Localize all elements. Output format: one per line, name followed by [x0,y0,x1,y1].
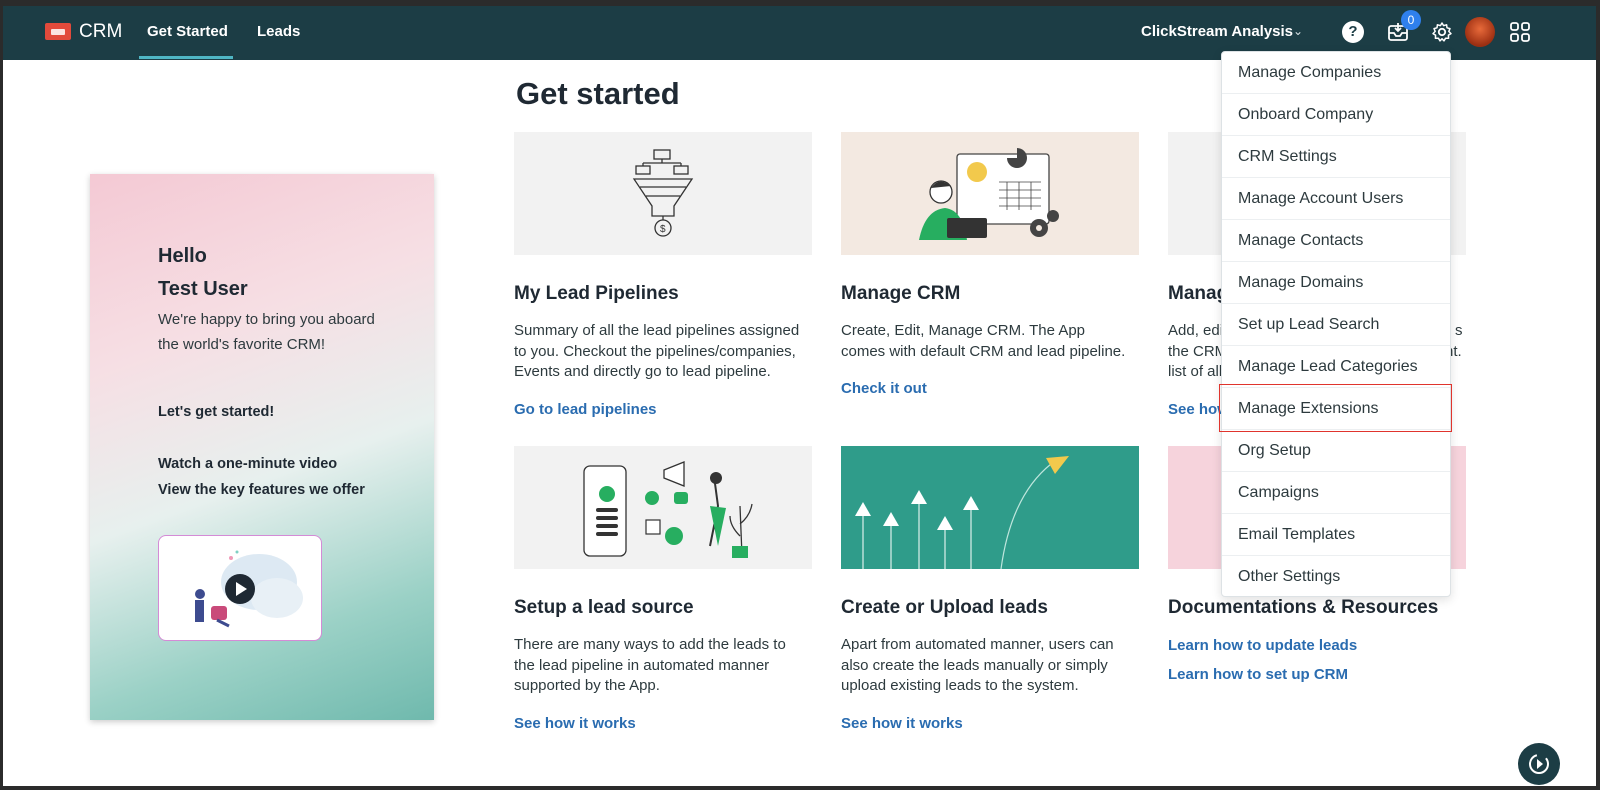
card-title-manage-crm: Manage CRM [841,283,961,304]
help-icon[interactable]: ? [1342,21,1364,43]
menu-item-campaigns[interactable]: Campaigns [1222,472,1450,514]
refresh-icon [1529,754,1549,774]
menu-item-manage-domains[interactable]: Manage Domains [1222,262,1450,304]
notification-badge: 0 [1401,10,1421,30]
svg-text:$: $ [660,224,666,235]
settings-dropdown-menu: Manage Companies Onboard Company CRM Set… [1219,51,1452,598]
crm-logo-icon[interactable] [45,23,71,40]
watch-video-link[interactable]: Watch a one-minute video [158,456,337,472]
welcome-greeting: Hello Test User [158,240,248,306]
card-title-documentation: Documentations & Resources [1168,597,1439,618]
hello-text: Hello [158,245,207,267]
learn-setup-crm-link[interactable]: Learn how to set up CRM [1168,666,1348,683]
chevron-down-icon[interactable]: ⌄ [1293,24,1303,38]
card-title-lead-source: Setup a lead source [514,597,694,618]
org-selector[interactable]: ClickStream Analysis [1141,23,1293,40]
page-title: Get started [516,76,680,111]
menu-item-manage-companies[interactable]: Manage Companies [1222,52,1450,94]
card-title-lead-pipelines: My Lead Pipelines [514,283,679,304]
card-desc-lead-source: There are many ways to add the leads to … [514,636,786,694]
brand-name[interactable]: CRM [79,21,122,43]
welcome-message: We're happy to bring you aboard the worl… [158,311,375,353]
user-avatar[interactable] [1465,17,1495,47]
lead-pipelines-image: $ [514,132,812,255]
menu-item-email-templates[interactable]: Email Templates [1222,514,1450,556]
tab-get-started[interactable]: Get Started [147,23,228,40]
card-desc-manage-tail: s nt. [1445,322,1463,360]
gear-icon[interactable] [1431,21,1453,43]
video-thumbnail[interactable] [158,535,322,641]
play-icon[interactable] [225,574,255,604]
apps-grid-icon[interactable] [1510,22,1530,42]
menu-item-manage-contacts[interactable]: Manage Contacts [1222,220,1450,262]
tab-leads[interactable]: Leads [257,23,300,40]
card-desc-manage-partial: Add, edi the CRM list of all [1168,322,1228,380]
learn-update-leads-link[interactable]: Learn how to update leads [1168,637,1357,654]
view-key-features-link[interactable]: View the key features we offer [158,482,365,498]
menu-item-onboard-company[interactable]: Onboard Company [1222,94,1450,136]
see-how-it-works-link-lead-source[interactable]: See how it works [514,715,636,732]
highlight-box-manage-extensions [1219,384,1452,432]
menu-item-manage-account-users[interactable]: Manage Account Users [1222,178,1450,220]
help-widget-button[interactable] [1518,743,1560,785]
app-window: CRM Get Started Leads ClickStream Analys… [3,6,1596,786]
lead-source-image [514,446,812,569]
menu-item-crm-settings[interactable]: CRM Settings [1222,136,1450,178]
welcome-card: Hello Test User We're happy to bring you… [90,174,434,720]
menu-item-org-setup[interactable]: Org Setup [1222,430,1450,472]
active-tab-indicator [139,56,233,59]
card-desc-lead-pipelines: Summary of all the lead pipelines assign… [514,322,800,380]
see-how-it-works-link-upload[interactable]: See how it works [841,715,963,732]
upload-leads-image [841,446,1139,569]
user-name: Test User [158,278,248,300]
lets-get-started-text: Let's get started! [158,404,275,420]
card-title-upload-leads: Create or Upload leads [841,597,1048,618]
menu-item-setup-lead-search[interactable]: Set up Lead Search [1222,304,1450,346]
card-title-manage-partial: Manag [1168,283,1229,304]
go-to-lead-pipelines-link[interactable]: Go to lead pipelines [514,401,657,418]
card-desc-upload-leads: Apart from automated manner, users can a… [841,636,1114,694]
check-it-out-link[interactable]: Check it out [841,380,927,397]
manage-crm-image [841,132,1139,255]
card-desc-manage-crm: Create, Edit, Manage CRM. The App comes … [841,322,1126,360]
menu-item-other-settings[interactable]: Other Settings [1222,556,1450,598]
menu-item-manage-lead-categories[interactable]: Manage Lead Categories [1222,346,1450,388]
